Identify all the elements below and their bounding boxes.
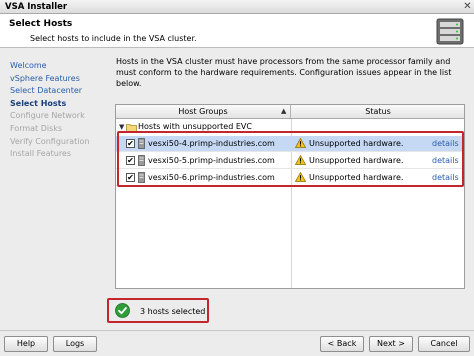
close-icon[interactable]: ✕ (462, 1, 473, 12)
title-bar: VSA Installer ✕ (0, 0, 474, 14)
next-button[interactable]: Next > (369, 336, 413, 352)
selection-count-text: 3 hosts selected (140, 307, 206, 316)
wizard-header: Select Hosts Select hosts to include in … (0, 14, 474, 48)
wizard-steps: Welcome vSphere Features Select Datacent… (10, 60, 102, 161)
page-title: Select Hosts (9, 19, 73, 29)
instructions-text: Hosts in the VSA cluster must have proce… (116, 57, 452, 88)
logs-button[interactable]: Logs (53, 336, 97, 352)
step-verify-configuration: Verify Configuration (10, 136, 90, 146)
column-header-host-groups[interactable]: Host Groups (116, 105, 291, 118)
step-format-disks: Format Disks (10, 123, 63, 133)
help-button[interactable]: Help (4, 336, 48, 352)
back-button[interactable]: < Back (320, 336, 364, 352)
collapse-icon[interactable]: ▼ (119, 123, 124, 131)
step-welcome[interactable]: Welcome (10, 60, 102, 73)
window-title: VSA Installer (5, 2, 68, 12)
table-header: Host Groups ▲ Status (116, 105, 464, 119)
page-subtitle: Select hosts to include in the VSA clust… (30, 34, 197, 43)
check-circle-icon (115, 303, 130, 318)
step-select-datacenter[interactable]: Select Datacenter (10, 85, 102, 98)
server-rack-icon (436, 18, 464, 45)
footer-divider (0, 330, 474, 331)
step-vsphere-features[interactable]: vSphere Features (10, 73, 102, 86)
step-configure-network: Configure Network (10, 111, 85, 121)
column-header-status[interactable]: Status (292, 105, 464, 118)
sort-ascending-icon[interactable]: ▲ (281, 105, 286, 118)
step-install-features: Install Features (10, 149, 72, 159)
group-label: Hosts with unsupported EVC (138, 122, 252, 131)
highlight-box-hosts (117, 131, 464, 187)
selection-status: 3 hosts selected (107, 298, 209, 323)
cancel-button[interactable]: Cancel (418, 336, 470, 352)
step-select-hosts: Select Hosts (10, 98, 67, 108)
